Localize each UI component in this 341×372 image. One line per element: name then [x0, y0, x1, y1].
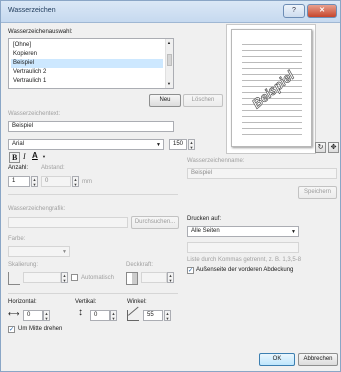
angle-label: Winkel: [127, 299, 147, 305]
preview-line [242, 56, 302, 57]
window-title: Wasserzeichen [8, 7, 56, 14]
font-size-stepper[interactable]: ▲ ▼ [188, 139, 195, 150]
font-value: Arial [12, 141, 25, 147]
horizontal-field[interactable]: 0 [23, 310, 43, 321]
watermark-list[interactable]: [Ohne] Kopieren Beispiel Vertraulich 2 V… [8, 38, 174, 89]
count-label: Anzahl: [8, 165, 29, 171]
name-field[interactable]: Beispiel [187, 168, 337, 179]
print-pages-select[interactable]: Alle Seiten ▼ [187, 226, 299, 237]
chevron-down-icon: ▼ [156, 142, 161, 148]
scroll-up-icon[interactable]: ▲ [167, 40, 171, 45]
rotate-center-checkbox[interactable]: ✓ [8, 326, 15, 333]
rotate-center-label: Um Mitte drehen [18, 326, 63, 332]
text-color-button[interactable]: A [32, 151, 38, 160]
italic-button[interactable]: I [23, 152, 26, 161]
angle-icon [127, 306, 139, 321]
graphic-label: Wasserzeichengrafik: [8, 206, 66, 212]
chevron-down-icon: ▼ [291, 229, 296, 235]
watermark-text-field[interactable]: Beispiel [8, 121, 174, 132]
move-icon[interactable]: ✥ [328, 142, 339, 153]
ok-button[interactable]: OK [259, 353, 295, 366]
list-item[interactable]: Vertraulich 2 [11, 68, 163, 77]
rotate-preview-icon[interactable]: ↻ [315, 142, 326, 153]
opacity-stepper[interactable]: ▲ ▼ [167, 272, 174, 283]
opacity-label: Deckkraft: [126, 262, 154, 268]
scroll-down-icon[interactable]: ▼ [167, 81, 171, 86]
graphic-path-field[interactable] [8, 217, 128, 228]
save-button[interactable]: Speichern [298, 186, 337, 199]
auto-scale-label: Automatisch [81, 275, 115, 281]
color-select[interactable]: ▼ [8, 246, 70, 257]
list-scrollbar[interactable]: ▲ ▼ [165, 39, 173, 88]
horizontal-label: Horizontal: [8, 299, 37, 305]
preview-line [242, 50, 302, 51]
chevron-down-icon[interactable]: ▼ [42, 154, 46, 159]
close-button[interactable]: ✕ [307, 4, 337, 18]
help-button[interactable]: ? [283, 4, 305, 18]
outside-cover-checkbox[interactable]: ✓ [187, 267, 194, 274]
font-size-field[interactable]: 150 [169, 139, 187, 150]
name-label: Wasserzeichenname: [187, 158, 245, 164]
spacing-field[interactable]: 0 [41, 176, 71, 187]
outside-cover-label: Außenseite der vorderen Abdeckung [196, 267, 294, 273]
selection-label: Wasserzeichenauswahl: [8, 29, 73, 35]
delete-button[interactable]: Löschen [183, 94, 223, 107]
angle-field[interactable]: 55 [143, 310, 163, 321]
vertical-field[interactable]: 0 [90, 310, 110, 321]
text-label: Wasserzeichentext: [8, 111, 61, 117]
cancel-button[interactable]: Abbrechen [298, 353, 338, 366]
list-item[interactable]: Vertraulich 1 [11, 77, 163, 86]
color-label: Farbe: [8, 236, 26, 242]
opacity-icon [126, 272, 138, 285]
preview-line [242, 134, 302, 135]
angle-stepper[interactable]: ▲ ▼ [164, 310, 171, 321]
watermark-dialog: Wasserzeichen ? ✕ Wasserzeichenauswahl: … [0, 0, 341, 372]
auto-scale-checkbox[interactable] [71, 274, 78, 281]
new-button[interactable]: Neu [149, 94, 181, 107]
horizontal-stepper[interactable]: ▲ ▼ [43, 310, 50, 321]
page-range-hint: Liste durch Kommas getrennt, z. B. 1,3,5… [187, 257, 302, 263]
scroll-thumb[interactable] [167, 54, 172, 66]
count-field[interactable]: 1 [8, 176, 30, 187]
list-item[interactable]: Beispiel [11, 59, 163, 68]
divider [8, 293, 178, 294]
list-item[interactable]: [Ohne] [11, 41, 163, 50]
scale-field[interactable] [23, 272, 61, 283]
page-range-field[interactable] [187, 242, 299, 253]
title-bar: Wasserzeichen ? ✕ [1, 1, 340, 23]
opacity-field[interactable] [141, 272, 167, 283]
print-pages-value: Alle Seiten [191, 228, 220, 234]
preview-line [242, 44, 302, 45]
preview-line [242, 128, 302, 129]
preview-line [242, 122, 302, 123]
bold-button[interactable]: B [9, 152, 21, 163]
spacing-unit: mm [82, 179, 92, 185]
scale-label: Skalierung: [8, 262, 39, 268]
scale-stepper[interactable]: ▲ ▼ [61, 272, 68, 283]
scale-icon [8, 272, 20, 285]
font-select[interactable]: Arial ▼ [8, 139, 164, 150]
chevron-down-icon: ▼ [62, 249, 67, 255]
preview-page: Beispiel [231, 29, 312, 147]
spacing-stepper[interactable]: ▲ ▼ [72, 176, 79, 187]
vertical-stepper[interactable]: ▲ ▼ [110, 310, 117, 321]
browse-button[interactable]: Durchsuchen... [131, 216, 179, 229]
print-label: Drucken auf: [187, 216, 222, 222]
spacing-label: Abstand: [41, 165, 65, 171]
count-stepper[interactable]: ▲ ▼ [31, 176, 38, 187]
list-item[interactable]: Kopieren [11, 50, 163, 59]
vertical-arrow-icon: ↕ [78, 307, 83, 318]
divider [8, 194, 178, 195]
horizontal-arrow-icon: ⟷ [8, 309, 20, 318]
vertical-label: Vertikal: [75, 299, 97, 305]
